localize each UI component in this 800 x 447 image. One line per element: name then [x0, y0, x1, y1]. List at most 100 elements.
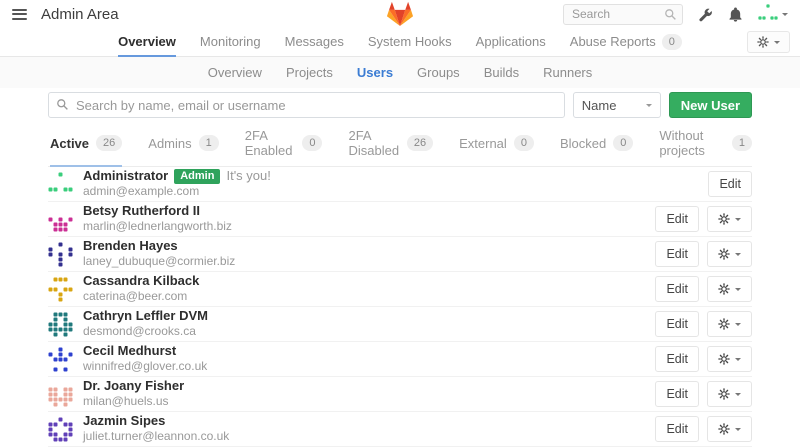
- nav-tab-label: System Hooks: [368, 34, 452, 49]
- user-filter-tabs: Active 26 Admins 1 2FA Enabled 0 2FA Dis…: [48, 128, 752, 167]
- users-page: Name New User Active 26 Admins 1 2FA Ena…: [48, 92, 752, 447]
- sub-nav-tab-runners[interactable]: Runners: [543, 65, 592, 80]
- user-info: Brenden Hayes laney_dubuque@cormier.biz: [83, 239, 235, 269]
- menu-icon[interactable]: [12, 4, 27, 24]
- gear-icon: [718, 423, 730, 435]
- user-info: Dr. Joany Fisher milan@huels.us: [83, 379, 184, 409]
- user-name-link[interactable]: Dr. Joany Fisher: [83, 379, 184, 394]
- user-actions: Edit: [708, 171, 752, 197]
- sub-nav-tab-groups[interactable]: Groups: [417, 65, 460, 80]
- user-name-link[interactable]: Jazmin Sipes: [83, 414, 165, 429]
- user-settings-dropdown[interactable]: [707, 346, 752, 372]
- user-name-link[interactable]: Cecil Medhurst: [83, 344, 176, 359]
- main-nav-tab-overview[interactable]: Overview: [118, 28, 176, 57]
- nav-tab-label: Abuse Reports: [570, 34, 656, 49]
- user-info: Administrator Admin It's you! admin@exam…: [83, 169, 271, 199]
- chevron-down-icon: [735, 323, 741, 329]
- count-badge: 0: [514, 135, 534, 151]
- sub-nav-tab-projects[interactable]: Projects: [286, 65, 333, 80]
- main-nav-tab-monitoring[interactable]: Monitoring: [200, 28, 261, 57]
- edit-user-button[interactable]: Edit: [655, 241, 699, 267]
- sub-nav-tab-users[interactable]: Users: [357, 65, 393, 80]
- new-user-button[interactable]: New User: [669, 92, 752, 118]
- filter-tab-2fa-disabled[interactable]: 2FA Disabled 26: [348, 128, 433, 167]
- edit-user-button[interactable]: Edit: [655, 206, 699, 232]
- filter-tab-active[interactable]: Active 26: [50, 128, 122, 167]
- user-avatar[interactable]: [48, 417, 73, 442]
- count-badge: 1: [199, 135, 219, 151]
- main-nav-tab-applications[interactable]: Applications: [476, 28, 546, 57]
- edit-user-button[interactable]: Edit: [655, 416, 699, 442]
- user-avatar[interactable]: [48, 207, 73, 232]
- user-row: Jazmin Sipes juliet.turner@leannon.co.uk…: [48, 412, 752, 447]
- its-you-note: It's you!: [226, 169, 270, 184]
- nav-tab-label: Messages: [285, 34, 344, 49]
- filter-tab-label: Admins: [148, 136, 191, 151]
- filter-tab-admins[interactable]: Admins 1: [148, 128, 218, 167]
- user-settings-dropdown[interactable]: [707, 311, 752, 337]
- admin-main-nav: Overview Monitoring Messages System Hook…: [0, 28, 800, 57]
- user-name-link[interactable]: Administrator: [83, 169, 168, 184]
- count-badge: 0: [613, 135, 633, 151]
- page-title: Admin Area: [41, 6, 119, 23]
- header-actions: [563, 4, 788, 25]
- admin-wrench-icon[interactable]: [698, 7, 713, 22]
- user-row: Dr. Joany Fisher milan@huels.us Edit: [48, 377, 752, 412]
- main-nav-tab-abuse-reports[interactable]: Abuse Reports 0: [570, 28, 682, 57]
- user-avatar[interactable]: [48, 172, 73, 197]
- sub-nav-tab-overview[interactable]: Overview: [208, 65, 262, 80]
- user-settings-dropdown[interactable]: [707, 381, 752, 407]
- user-name-link[interactable]: Betsy Rutherford II: [83, 204, 200, 219]
- user-avatar[interactable]: [48, 312, 73, 337]
- filter-tab-label: Blocked: [560, 136, 606, 151]
- user-email: laney_dubuque@cormier.biz: [83, 255, 235, 269]
- user-name-link[interactable]: Cathryn Leffler DVM: [83, 309, 208, 324]
- gear-icon: [718, 213, 730, 225]
- filter-tab-blocked[interactable]: Blocked 0: [560, 128, 633, 167]
- filter-tab-2fa-enabled[interactable]: 2FA Enabled 0: [245, 128, 323, 167]
- user-actions: Edit: [655, 416, 752, 442]
- count-badge: 1: [732, 135, 752, 151]
- gear-icon: [757, 36, 769, 48]
- edit-user-button[interactable]: Edit: [655, 381, 699, 407]
- user-row: Betsy Rutherford II marlin@lednerlangwor…: [48, 202, 752, 237]
- edit-user-button[interactable]: Edit: [655, 311, 699, 337]
- main-nav-tab-messages[interactable]: Messages: [285, 28, 344, 57]
- gear-icon: [718, 248, 730, 260]
- sub-nav-tab-builds[interactable]: Builds: [484, 65, 519, 80]
- user-name-link[interactable]: Brenden Hayes: [83, 239, 178, 254]
- sort-dropdown[interactable]: Name: [573, 92, 661, 118]
- filter-tab-without-projects[interactable]: Without projects 1: [659, 128, 752, 167]
- user-avatar[interactable]: [48, 277, 73, 302]
- user-email: winnifred@glover.co.uk: [83, 360, 207, 374]
- edit-user-button[interactable]: Edit: [655, 346, 699, 372]
- global-search: [563, 4, 683, 25]
- main-nav-tab-system-hooks[interactable]: System Hooks: [368, 28, 452, 57]
- count-badge: 26: [407, 135, 433, 151]
- user-settings-dropdown[interactable]: [707, 416, 752, 442]
- filter-tab-external[interactable]: External 0: [459, 128, 534, 167]
- notifications-bell-icon[interactable]: [728, 7, 743, 22]
- nav-tab-label: Overview: [118, 34, 176, 49]
- gitlab-logo[interactable]: [387, 1, 414, 27]
- gear-icon: [718, 388, 730, 400]
- chevron-down-icon: [735, 288, 741, 294]
- edit-user-button[interactable]: Edit: [708, 171, 752, 197]
- user-settings-dropdown[interactable]: [707, 241, 752, 267]
- user-info: Cecil Medhurst winnifred@glover.co.uk: [83, 344, 207, 374]
- user-avatar[interactable]: [48, 347, 73, 372]
- user-settings-dropdown[interactable]: [707, 206, 752, 232]
- user-search-input[interactable]: [48, 92, 565, 118]
- admin-settings-dropdown[interactable]: [747, 31, 790, 53]
- chevron-down-icon: [782, 13, 788, 19]
- edit-user-button[interactable]: Edit: [655, 276, 699, 302]
- user-avatar[interactable]: [48, 382, 73, 407]
- user-menu[interactable]: [758, 4, 788, 24]
- user-settings-dropdown[interactable]: [707, 276, 752, 302]
- overview-sub-nav: Overview Projects Users Groups Builds Runners: [0, 57, 800, 88]
- user-row: Cecil Medhurst winnifred@glover.co.uk Ed…: [48, 342, 752, 377]
- chevron-down-icon: [735, 253, 741, 259]
- user-name-link[interactable]: Cassandra Kilback: [83, 274, 199, 289]
- count-badge: 0: [302, 135, 322, 151]
- user-avatar[interactable]: [48, 242, 73, 267]
